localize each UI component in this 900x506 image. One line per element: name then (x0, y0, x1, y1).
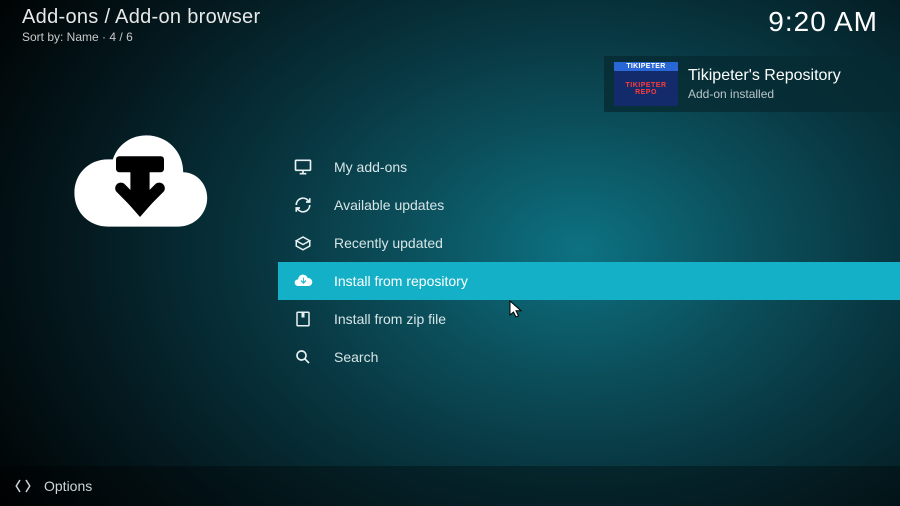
header: Add-ons / Add-on browser Sort by: Name ·… (22, 6, 878, 44)
sort-label: Sort by: Name (22, 30, 99, 44)
menu-item-label: Recently updated (334, 235, 443, 251)
list-position: 4 / 6 (109, 30, 132, 44)
notification-toast[interactable]: TIKIPETER TIKIPETER REPO Tikipeter's Rep… (604, 56, 900, 112)
screen-icon (292, 156, 314, 178)
toast-thumb-top: TIKIPETER (614, 62, 678, 71)
options-keys-icon (14, 477, 32, 495)
breadcrumb: Add-ons / Add-on browser (22, 6, 878, 29)
menu-item-recently-updated[interactable]: Recently updated (278, 224, 900, 262)
menu-item-label: Install from repository (334, 273, 468, 289)
addon-browser-menu: My add-ons Available updates Recently up… (278, 148, 900, 376)
toast-title: Tikipeter's Repository (688, 67, 890, 85)
menu-item-search[interactable]: Search (278, 338, 900, 376)
zip-file-icon (292, 308, 314, 330)
options-button[interactable]: Options (44, 478, 92, 494)
refresh-icon (292, 194, 314, 216)
toast-thumb-main: TIKIPETER REPO (614, 71, 678, 106)
section-hero-icon (60, 105, 220, 265)
menu-item-label: Search (334, 349, 378, 365)
menu-item-my-addons[interactable]: My add-ons (278, 148, 900, 186)
toast-subtitle: Add-on installed (688, 87, 890, 101)
menu-item-install-from-repository[interactable]: Install from repository (278, 262, 900, 300)
toast-text: Tikipeter's Repository Add-on installed (688, 67, 890, 101)
menu-item-install-from-zip[interactable]: Install from zip file (278, 300, 900, 338)
menu-item-label: Available updates (334, 197, 444, 213)
menu-item-label: Install from zip file (334, 311, 446, 327)
search-icon (292, 346, 314, 368)
toast-thumbnail: TIKIPETER TIKIPETER REPO (614, 62, 678, 106)
footer-bar: Options (0, 466, 900, 506)
menu-item-label: My add-ons (334, 159, 407, 175)
box-open-icon (292, 232, 314, 254)
sort-line: Sort by: Name · 4 / 6 (22, 30, 878, 44)
cloud-download-icon (292, 270, 314, 292)
menu-item-available-updates[interactable]: Available updates (278, 186, 900, 224)
clock: 9:20 AM (768, 6, 878, 38)
